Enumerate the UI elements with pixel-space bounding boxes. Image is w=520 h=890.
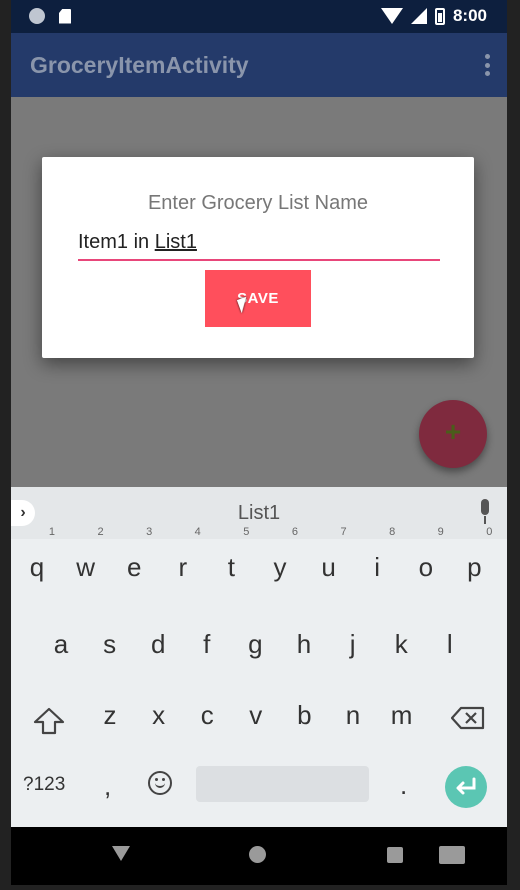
device-frame: 8:00 GroceryItemActivity + Enter Grocery… <box>0 0 520 890</box>
comma-key[interactable]: , <box>104 771 111 802</box>
key-b[interactable]: b <box>281 687 327 743</box>
key-label: w <box>76 552 95 582</box>
dialog-title: Enter Grocery List Name <box>147 192 369 214</box>
recent-apps-icon[interactable] <box>387 847 403 863</box>
input-text: Item1 in <box>78 231 155 253</box>
key-label: e <box>126 552 142 582</box>
key-e[interactable]: e3 <box>111 526 157 595</box>
key-n[interactable]: n <box>330 687 376 743</box>
key-hint-number: 9 <box>437 526 444 538</box>
key-x[interactable]: x <box>136 687 182 743</box>
key-label: o <box>418 552 434 582</box>
space-bar[interactable] <box>196 766 369 802</box>
list-name-input[interactable]: Item1 in List1 <box>78 231 440 261</box>
key-label: y <box>273 552 287 582</box>
app-toolbar: GroceryItemActivity <box>11 33 507 97</box>
backspace-icon[interactable] <box>451 706 485 730</box>
symbols-key[interactable]: ?123 <box>23 774 65 796</box>
status-time: 8:00 <box>452 6 487 25</box>
keyboard-row-2: asdfghjkl <box>11 616 507 676</box>
key-m[interactable]: m <box>379 687 425 743</box>
key-label: p <box>467 552 482 582</box>
key-k[interactable]: k <box>378 616 424 672</box>
key-u[interactable]: u7 <box>306 526 352 595</box>
key-hint-number: 7 <box>340 526 347 538</box>
key-o[interactable]: o9 <box>403 526 449 595</box>
soft-keyboard: › List1 q1w2e3r4t5y6u7i8o9p0 asdfghjkl z… <box>11 487 507 827</box>
add-fab-button[interactable]: + <box>419 400 487 468</box>
key-f[interactable]: f <box>184 616 230 672</box>
key-hint-number: 5 <box>243 526 250 538</box>
plus-icon: + <box>444 416 462 447</box>
navigation-bar <box>11 827 507 885</box>
key-hint-number: 3 <box>146 526 153 538</box>
key-l[interactable]: l <box>427 616 473 672</box>
signal-icon <box>410 8 427 24</box>
key-z[interactable]: z <box>87 687 133 743</box>
status-bar: 8:00 <box>11 0 507 33</box>
enter-key[interactable] <box>445 766 487 808</box>
key-hint-number: 8 <box>389 526 396 538</box>
key-t[interactable]: t5 <box>208 526 254 595</box>
overflow-menu-icon[interactable] <box>484 54 490 76</box>
battery-icon <box>434 7 445 25</box>
key-label: i <box>374 552 381 582</box>
key-q[interactable]: q1 <box>14 526 60 595</box>
input-composing-text: List1 <box>154 231 197 253</box>
list-name-dialog: Enter Grocery List Name Item1 in List1 S… <box>42 157 474 358</box>
back-icon[interactable] <box>112 846 130 861</box>
key-hint-number: 4 <box>194 526 201 538</box>
keyboard-row-3: zxcvbnm <box>11 687 507 747</box>
phone-screen: 8:00 GroceryItemActivity + Enter Grocery… <box>11 0 507 885</box>
home-icon[interactable] <box>249 846 266 863</box>
microphone-icon[interactable] <box>477 499 493 527</box>
suggestion-strip: › List1 <box>11 487 507 539</box>
key-label: q <box>29 552 45 582</box>
key-y[interactable]: y6 <box>257 526 303 595</box>
key-v[interactable]: v <box>233 687 279 743</box>
key-hint-number: 2 <box>97 526 104 538</box>
key-hint-number: 6 <box>291 526 298 538</box>
key-s[interactable]: s <box>87 616 133 672</box>
key-d[interactable]: d <box>135 616 181 672</box>
key-label: r <box>178 552 188 582</box>
enter-arrow-icon <box>456 777 476 795</box>
key-h[interactable]: h <box>281 616 327 672</box>
key-g[interactable]: g <box>232 616 278 672</box>
key-j[interactable]: j <box>330 616 376 672</box>
key-r[interactable]: r4 <box>160 526 206 595</box>
keyboard-switch-icon[interactable] <box>439 846 465 864</box>
emoji-icon[interactable] <box>148 771 172 795</box>
period-key[interactable]: . <box>400 770 407 801</box>
sd-card-icon <box>59 8 71 24</box>
key-i[interactable]: i8 <box>354 526 400 595</box>
key-p[interactable]: p0 <box>451 526 497 595</box>
shift-icon[interactable] <box>33 707 65 735</box>
key-a[interactable]: a <box>38 616 84 672</box>
key-hint-number: 0 <box>486 526 493 538</box>
key-c[interactable]: c <box>184 687 230 743</box>
save-button[interactable]: SAVE <box>205 270 311 327</box>
toolbar-title: GroceryItemActivity <box>30 52 249 78</box>
key-w[interactable]: w2 <box>63 526 109 595</box>
key-label: u <box>321 552 336 582</box>
suggestion-word[interactable]: List1 <box>11 502 507 525</box>
key-label: t <box>227 552 235 582</box>
notification-icon <box>29 8 45 24</box>
keyboard-row-1: q1w2e3r4t5y6u7i8o9p0 <box>11 526 507 599</box>
wifi-icon <box>380 8 403 24</box>
key-hint-number: 1 <box>48 526 55 538</box>
